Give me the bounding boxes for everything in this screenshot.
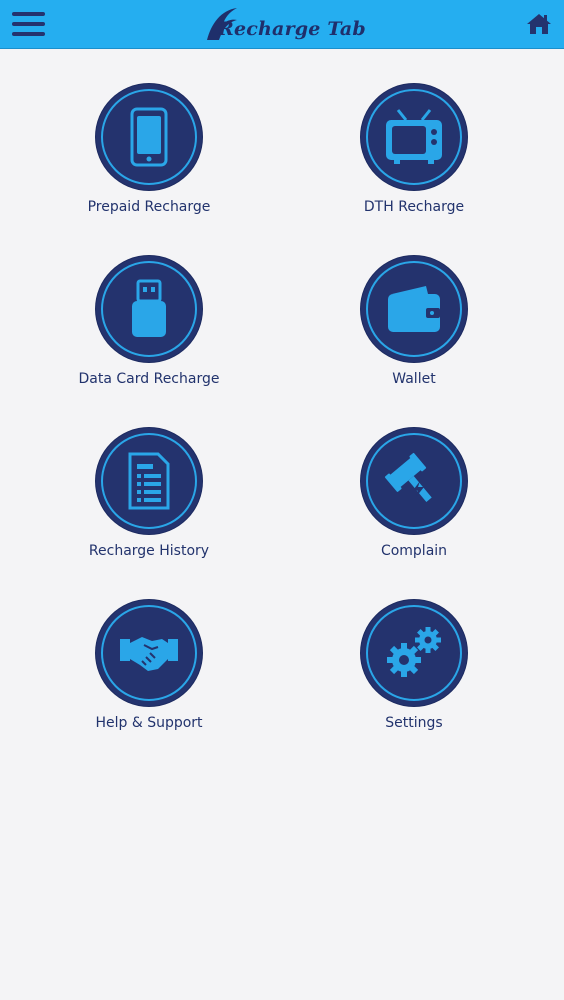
tile-label: Wallet [392,371,436,387]
tile-label: Help & Support [95,715,203,731]
document-list-icon [128,452,170,510]
usb-data-card-icon [132,279,166,337]
tile-circle [96,600,202,706]
tile-circle [96,428,202,534]
tile-label: Recharge History [88,543,210,559]
tile-recharge-history[interactable]: Recharge History [39,428,259,578]
mobile-phone-icon [130,107,168,167]
tile-label: Prepaid Recharge [87,199,211,215]
app-logo-text: Recharge Tab [218,18,366,40]
television-icon [386,109,442,164]
tile-dth-recharge[interactable]: DTH Recharge [304,84,524,234]
tile-circle [96,84,202,190]
tile-label: Settings [385,715,443,731]
hamburger-menu-icon[interactable] [12,12,45,36]
tile-circle [361,428,467,534]
tile-data-card-recharge[interactable]: Data Card Recharge [39,256,259,406]
tile-prepaid-recharge[interactable]: Prepaid Recharge [39,84,259,234]
tile-circle [96,256,202,362]
home-icon[interactable] [526,12,552,36]
tile-circle [361,84,467,190]
gavel-icon [384,452,432,502]
wallet-icon [388,286,440,332]
tile-label: Data Card Recharge [78,371,220,387]
tile-complain[interactable]: Complain [304,428,524,578]
tile-label: Complain [380,543,448,559]
app-header: Recharge Tab [0,0,564,49]
tile-circle [361,256,467,362]
tile-help-support[interactable]: Help & Support [39,600,259,750]
tile-wallet[interactable]: Wallet [304,256,524,406]
handshake-icon [120,637,178,671]
tile-circle [361,600,467,706]
tile-settings[interactable]: Settings [304,600,524,750]
gears-icon [387,627,441,677]
tile-label: DTH Recharge [363,199,465,215]
